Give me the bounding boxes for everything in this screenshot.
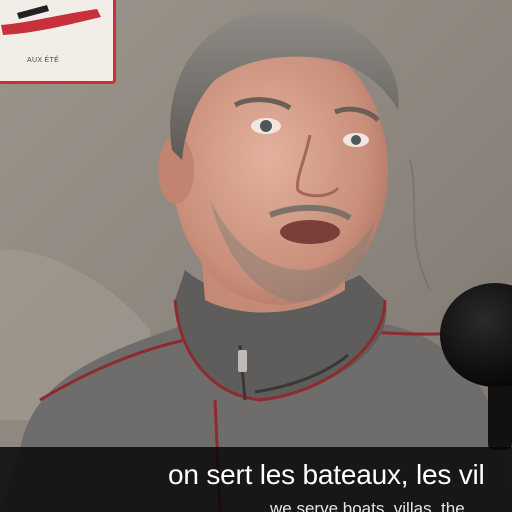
zipper-pull — [238, 350, 247, 372]
iris-right — [351, 135, 361, 145]
subtitle-english: we serve boats, villas, the — [270, 499, 465, 512]
sign-boat-icon — [1, 5, 101, 35]
sign-text: AUX ÉTÉ — [27, 57, 60, 64]
subtitle-french: on sert les bateaux, les vil — [168, 459, 485, 490]
subtitle-bar: on sert les bateaux, les vil we serve bo… — [0, 447, 512, 512]
mouth — [280, 220, 340, 244]
iris-left — [260, 120, 272, 132]
wall-sign: AUX ÉTÉ — [0, 0, 116, 84]
